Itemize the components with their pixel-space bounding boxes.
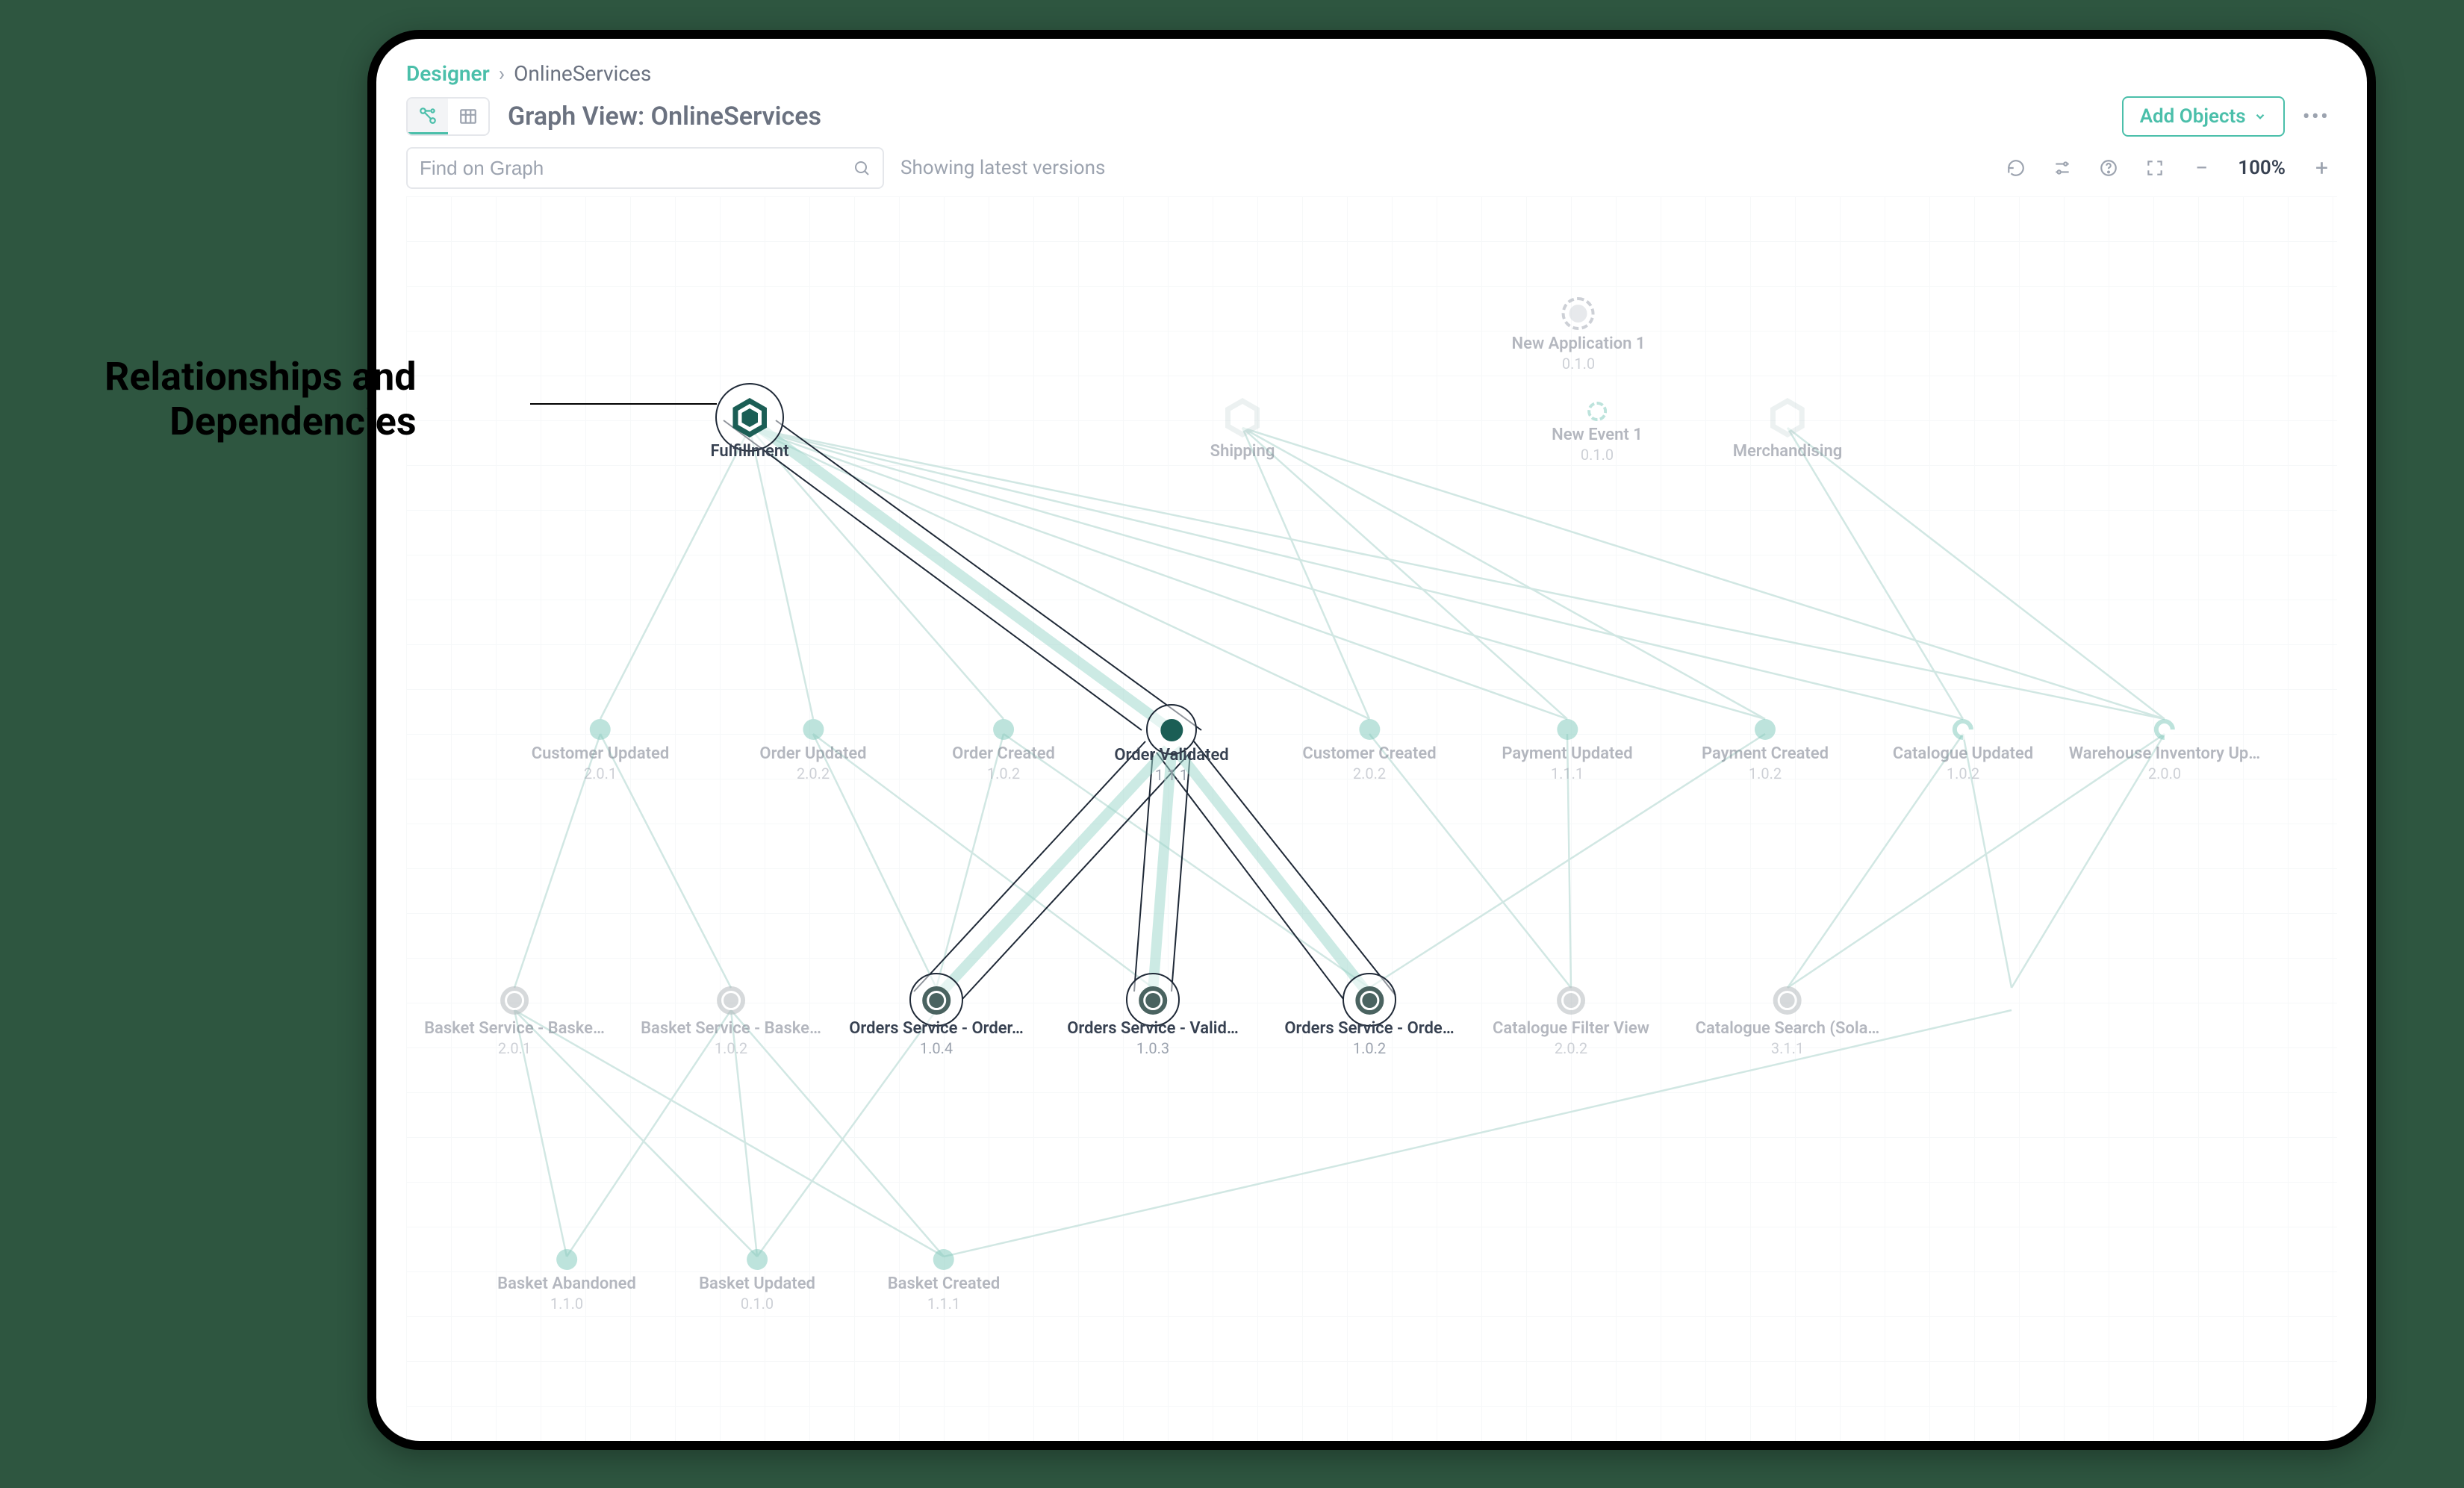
event-icon: [1755, 719, 1776, 740]
node-catalogue-updated[interactable]: Catalogue Updated 1.0.2: [1893, 719, 2033, 782]
event-icon: [556, 1249, 577, 1270]
zoom-out-button[interactable]: −: [2186, 155, 2217, 181]
chevron-right-icon: ›: [499, 61, 505, 86]
graph-canvas[interactable]: Fulfillment Shipping Merchandising New A…: [406, 196, 2337, 1441]
graph-edges: [406, 196, 2337, 1441]
more-menu-button[interactable]: •••: [2295, 104, 2337, 130]
event-icon: [1160, 719, 1183, 741]
zoom-level: 100%: [2233, 157, 2290, 179]
service-icon: [1355, 986, 1384, 1015]
service-icon: [922, 986, 951, 1015]
node-warehouse-inventory[interactable]: Warehouse Inventory Up… 2.0.0: [2069, 719, 2260, 782]
node-shipping[interactable]: Shipping: [1205, 398, 1280, 461]
node-catalogue-filter[interactable]: Catalogue Filter View 2.0.2: [1493, 986, 1649, 1057]
node-payment-updated[interactable]: Payment Updated 1.1.1: [1502, 719, 1632, 782]
node-order-validated[interactable]: Order Validated 1.1.1: [1114, 719, 1228, 784]
node-new-event[interactable]: New Event 1 0.1.0: [1552, 402, 1643, 464]
node-new-application[interactable]: New Application 1 0.1.0: [1512, 297, 1646, 373]
service-icon: [1557, 986, 1585, 1015]
dashed-circle-icon: [1562, 297, 1595, 330]
fit-button[interactable]: [2140, 153, 2170, 183]
node-basket-updated[interactable]: Basket Updated 0.1.0: [699, 1249, 815, 1313]
node-customer-created[interactable]: Customer Created 2.0.2: [1302, 719, 1436, 782]
settings-button[interactable]: [2047, 153, 2077, 183]
node-fulfillment[interactable]: Fulfillment: [710, 398, 788, 461]
annotation-label: Relationships and Dependencies: [105, 355, 417, 444]
search-box: [406, 147, 884, 189]
node-basket-service-2[interactable]: Basket Service - Baske… 1.0.2: [641, 986, 821, 1057]
service-icon: [717, 986, 745, 1015]
event-icon: [803, 719, 824, 740]
add-objects-button[interactable]: Add Objects: [2122, 96, 2285, 137]
node-basket-service-1[interactable]: Basket Service - Baske… 2.0.1: [424, 986, 605, 1057]
dashed-circle-icon: [1587, 402, 1607, 421]
page-title: Graph View: OnlineServices: [508, 102, 821, 131]
device-frame: Designer › OnlineServices Graph View:: [367, 30, 2376, 1450]
graph-view-tab[interactable]: [408, 99, 448, 134]
breadcrumb-current: OnlineServices: [514, 61, 651, 86]
toolbar: Showing latest versions − 100% +: [406, 147, 2337, 189]
service-icon: [500, 986, 529, 1015]
breadcrumb: Designer › OnlineServices: [406, 61, 2337, 86]
hexagon-icon: [1225, 398, 1260, 438]
event-icon: [933, 1249, 954, 1270]
fullscreen-icon: [2145, 158, 2165, 178]
search-input[interactable]: [420, 157, 853, 180]
sliders-icon: [2053, 158, 2072, 178]
help-icon: [2099, 158, 2118, 178]
event-icon: [2150, 715, 2180, 744]
node-basket-created[interactable]: Basket Created 1.1.1: [888, 1249, 1001, 1313]
status-text: Showing latest versions: [900, 157, 1105, 179]
refresh-button[interactable]: [2001, 153, 2031, 183]
event-icon: [1359, 719, 1380, 740]
hexagon-icon: [732, 398, 767, 438]
graph-icon: [418, 106, 438, 125]
table-icon: [458, 107, 478, 126]
node-payment-created[interactable]: Payment Created 1.0.2: [1702, 719, 1829, 782]
node-order-created[interactable]: Order Created 1.0.2: [952, 719, 1055, 782]
event-icon: [993, 719, 1014, 740]
chevron-down-icon: [2253, 110, 2267, 123]
breadcrumb-root[interactable]: Designer: [406, 61, 490, 86]
search-icon: [853, 159, 871, 177]
node-orders-service-1[interactable]: Orders Service - Order… 1.0.4: [849, 986, 1024, 1057]
zoom-in-button[interactable]: +: [2306, 155, 2337, 181]
node-orders-service-3[interactable]: Orders Service - Orde… 1.0.2: [1284, 986, 1454, 1057]
app-root: Designer › OnlineServices Graph View:: [376, 39, 2367, 1441]
annotation-pointer: [530, 403, 717, 405]
help-button[interactable]: [2094, 153, 2124, 183]
node-basket-abandoned[interactable]: Basket Abandoned 1.1.0: [497, 1249, 636, 1313]
event-icon: [747, 1249, 768, 1270]
node-order-updated[interactable]: Order Updated 2.0.2: [759, 719, 866, 782]
node-merchandising[interactable]: Merchandising: [1733, 398, 1843, 461]
titlebar: Graph View: OnlineServices Add Objects •…: [406, 96, 2337, 137]
event-icon: [590, 719, 611, 740]
service-icon: [1773, 986, 1802, 1015]
refresh-icon: [2006, 158, 2026, 178]
node-orders-service-2[interactable]: Orders Service - Valid… 1.0.3: [1067, 986, 1239, 1057]
node-catalogue-search[interactable]: Catalogue Search (Sola… 3.1.1: [1696, 986, 1880, 1057]
table-view-tab[interactable]: [448, 99, 488, 134]
event-icon: [1948, 715, 1978, 744]
event-icon: [1557, 719, 1578, 740]
service-icon: [1139, 986, 1167, 1015]
node-customer-updated[interactable]: Customer Updated 2.0.1: [532, 719, 670, 782]
hexagon-icon: [1770, 398, 1805, 438]
view-toggle: [406, 97, 490, 136]
